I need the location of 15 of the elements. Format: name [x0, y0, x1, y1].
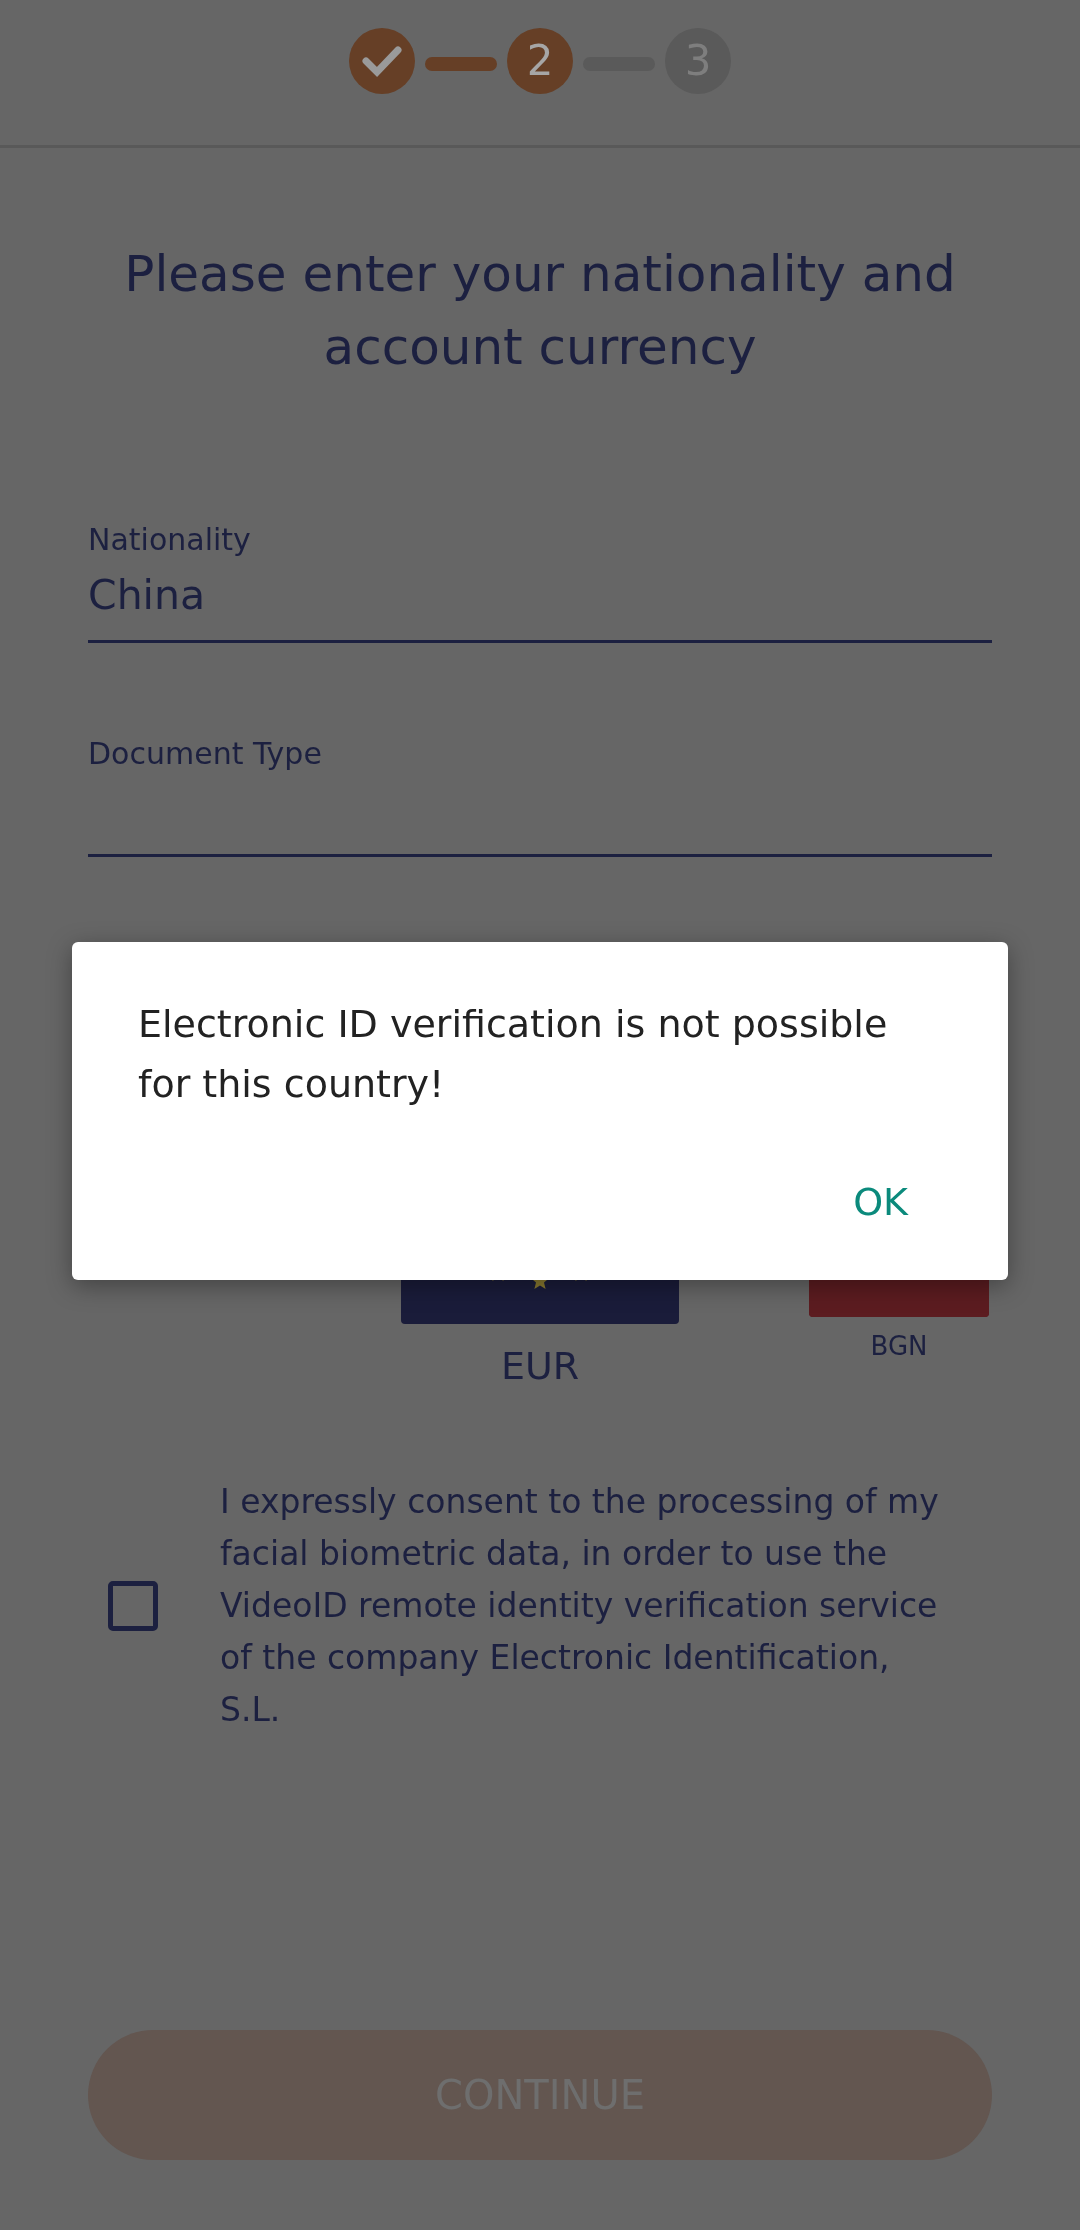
field-value: China — [88, 570, 206, 621]
field-label: Nationality — [88, 521, 251, 559]
consent-checkbox[interactable] — [108, 1581, 158, 1631]
check-icon — [362, 44, 402, 77]
currency-code: BGN — [870, 1331, 928, 1361]
ok-button[interactable]: OK — [833, 1170, 928, 1234]
step-connector — [425, 56, 497, 71]
select-field[interactable]: Nationality China — [88, 520, 992, 643]
field-label: Document Type — [88, 735, 322, 773]
select-field[interactable]: Document Type — [88, 734, 992, 857]
step-indicator: 2 — [507, 27, 573, 94]
page-title: Please enter your nationality and account currency — [123, 244, 957, 378]
currency-code: EUR — [500, 1344, 580, 1388]
dialog-message: Electronic ID verification is not possible for this country! — [138, 1001, 889, 1108]
consent-text: I expressly consent to the processing of my facial biometric data, in order to use the VideoID remote identity verification service of the company Electronic Identification, S.L. — [220, 1481, 940, 1731]
